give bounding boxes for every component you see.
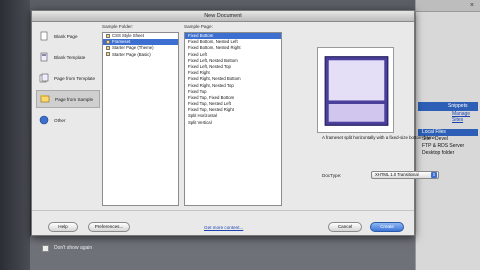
preferences-button[interactable]: Preferences... [88, 222, 130, 232]
background-bottom-strip: Don't show again [30, 236, 450, 270]
page-from-template-icon [39, 73, 49, 83]
select-arrows-icon: ⇕ [431, 172, 437, 178]
category-label: Page from Sample [55, 96, 94, 102]
sample-folder-list[interactable]: CSS Style Sheet Frameset Starter Page (T… [102, 32, 179, 206]
category-sidebar: Blank Page Blank Template Page from Temp… [36, 27, 100, 205]
left-edge-panel [0, 0, 30, 270]
panel-tab-label[interactable]: Snippets [448, 103, 467, 109]
other-icon [39, 115, 49, 125]
tree-item[interactable]: FTP & RDS Server [418, 143, 478, 150]
sample-page-label: Sample Page: [184, 24, 213, 29]
category-page-from-template[interactable]: Page from Template [36, 69, 100, 87]
dont-show-label: Don't show again [54, 245, 93, 251]
list-item[interactable]: Starter Page (Basic) [103, 52, 178, 58]
list-item[interactable]: Split Vertical [185, 120, 281, 126]
frameset-preview-image [324, 56, 389, 126]
blank-page-icon [39, 31, 49, 41]
folder-icon [106, 33, 110, 38]
preview-description: A frameset split horizontally with a fix… [322, 135, 437, 140]
dialog-titlebar[interactable]: New Document [32, 11, 414, 22]
create-button[interactable]: Create [370, 222, 404, 232]
sample-folder-label: Sample Folder: [102, 24, 134, 29]
close-icon[interactable]: × [470, 2, 474, 9]
category-page-from-sample[interactable]: Page from Sample [36, 90, 100, 108]
get-more-content-link[interactable]: Get more content... [204, 225, 243, 230]
sample-page-list[interactable]: Fixed Bottom Fixed Bottom, Nested Left F… [184, 32, 282, 206]
doctype-select[interactable]: XHTML 1.0 Transitional ⇕ [371, 171, 439, 179]
doctype-value: XHTML 1.0 Transitional [375, 172, 419, 177]
category-blank-template[interactable]: Blank Template [36, 48, 100, 66]
dialog-title: New Document [204, 13, 242, 19]
folder-icon [106, 45, 110, 50]
category-blank-page[interactable]: Blank Page [36, 27, 100, 45]
doctype-label: DocType: [322, 173, 342, 178]
preview-pane [317, 47, 394, 133]
manage-sites-link[interactable]: Manage Sites [452, 111, 480, 123]
new-document-dialog: New Document Blank Page Blank Template P… [31, 10, 439, 236]
folder-icon [106, 39, 110, 44]
dont-show-checkbox[interactable] [42, 245, 49, 252]
file-tree: Local Files Site - Devel FTP & RDS Serve… [418, 129, 478, 157]
page-from-sample-icon [40, 94, 50, 104]
category-label: Other [54, 117, 66, 123]
footer-divider [32, 210, 414, 211]
category-label: Blank Template [54, 54, 86, 60]
cancel-button[interactable]: Cancel [328, 222, 362, 232]
tree-item[interactable]: Desktop folder [418, 150, 478, 157]
blank-template-icon [39, 52, 49, 62]
help-button[interactable]: Help [48, 222, 78, 232]
panel-tab-bar: Snippets [418, 102, 478, 111]
folder-icon [106, 52, 110, 57]
category-label: Blank Page [54, 33, 78, 39]
category-other[interactable]: Other [36, 111, 100, 129]
category-label: Page from Template [54, 75, 96, 81]
